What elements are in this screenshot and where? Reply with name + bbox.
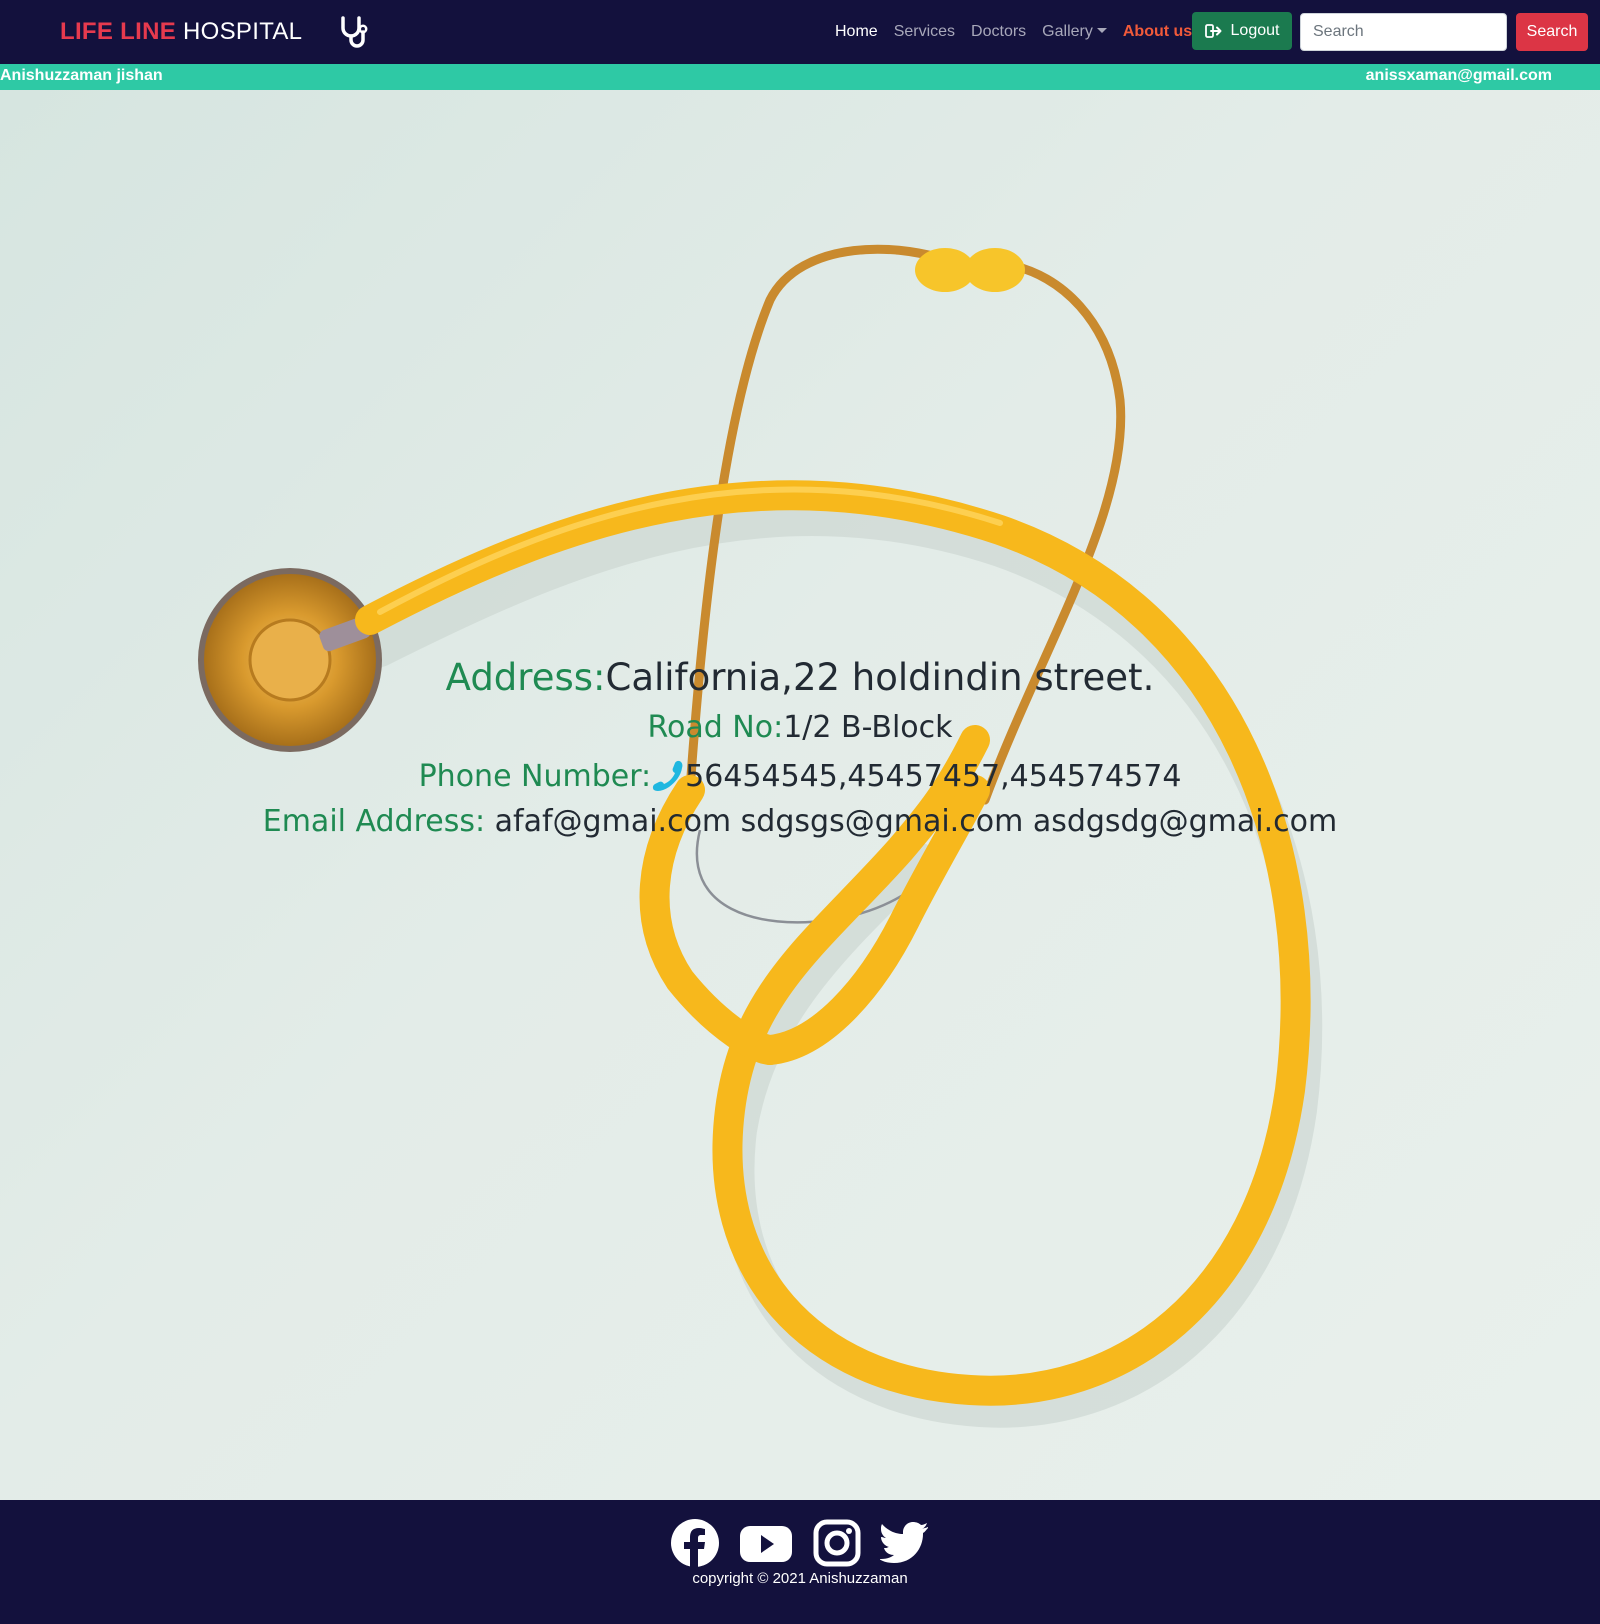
chevron-down-icon <box>1096 28 1107 33</box>
footer: copyright © 2021 Anishuzzaman <box>0 1500 1600 1624</box>
twitter-icon[interactable] <box>880 1518 930 1568</box>
address-value: California,22 holdindin street. <box>605 656 1155 699</box>
address-label: Address: <box>445 656 606 699</box>
nav-about-us[interactable]: About us <box>1123 23 1192 41</box>
phone-line: Phone Number: 56454545,45457457,45457457… <box>0 758 1600 794</box>
nav-gallery-dropdown[interactable]: Gallery <box>1042 23 1107 41</box>
hero-section: Address:California,22 holdindin street. … <box>0 90 1600 1500</box>
nav-services[interactable]: Services <box>894 23 955 41</box>
email-label: Email Address: <box>262 804 486 839</box>
facebook-icon[interactable] <box>670 1518 720 1568</box>
sign-out-icon <box>1204 24 1222 38</box>
stethoscope-background-image <box>198 244 1323 1428</box>
phone-value: 56454545,45457457,454574574 <box>685 759 1182 794</box>
nav-gallery-label: Gallery <box>1042 23 1093 40</box>
road-value: 1/2 B-Block <box>783 710 953 745</box>
nav-doctors[interactable]: Doctors <box>971 23 1026 41</box>
brand-name-red: LIFE LINE <box>60 18 177 45</box>
search-button[interactable]: Search <box>1516 13 1588 51</box>
logout-button[interactable]: Logout <box>1192 12 1292 50</box>
phone-icon <box>653 760 683 791</box>
phone-label: Phone Number: <box>418 759 652 794</box>
user-info-bar: Anishuzzaman jishan anissxaman@gmail.com <box>0 64 1600 90</box>
email-value: afaf@gmai.com sdgsgs@gmai.com asdgsdg@gm… <box>494 804 1338 839</box>
youtube-icon[interactable] <box>738 1518 794 1568</box>
stethoscope-icon <box>341 16 368 48</box>
brand-name-white: HOSPITAL <box>183 18 303 45</box>
road-label: Road No: <box>647 710 784 745</box>
logout-label: Logout <box>1230 22 1280 39</box>
user-email: anissxaman@gmail.com <box>1365 67 1552 84</box>
address-line: Address:California,22 holdindin street. <box>0 656 1600 699</box>
user-name: Anishuzzaman jishan <box>0 67 163 84</box>
social-links <box>670 1518 930 1568</box>
copyright-text: copyright © 2021 Anishuzzaman <box>692 1570 908 1587</box>
instagram-icon[interactable] <box>812 1518 862 1568</box>
search-input[interactable] <box>1300 13 1507 51</box>
nav-links: Home Services Doctors Gallery About us <box>835 0 1208 64</box>
nav-home[interactable]: Home <box>835 23 878 41</box>
brand-logo[interactable]: LIFE LINE HOSPITAL <box>60 16 302 48</box>
navbar: LIFE LINE HOSPITAL Home Services Doctors… <box>0 0 1600 64</box>
road-line: Road No:1/2 B-Block <box>0 710 1600 745</box>
email-line: Email Address: afaf@gmai.com sdgsgs@gmai… <box>0 804 1600 839</box>
